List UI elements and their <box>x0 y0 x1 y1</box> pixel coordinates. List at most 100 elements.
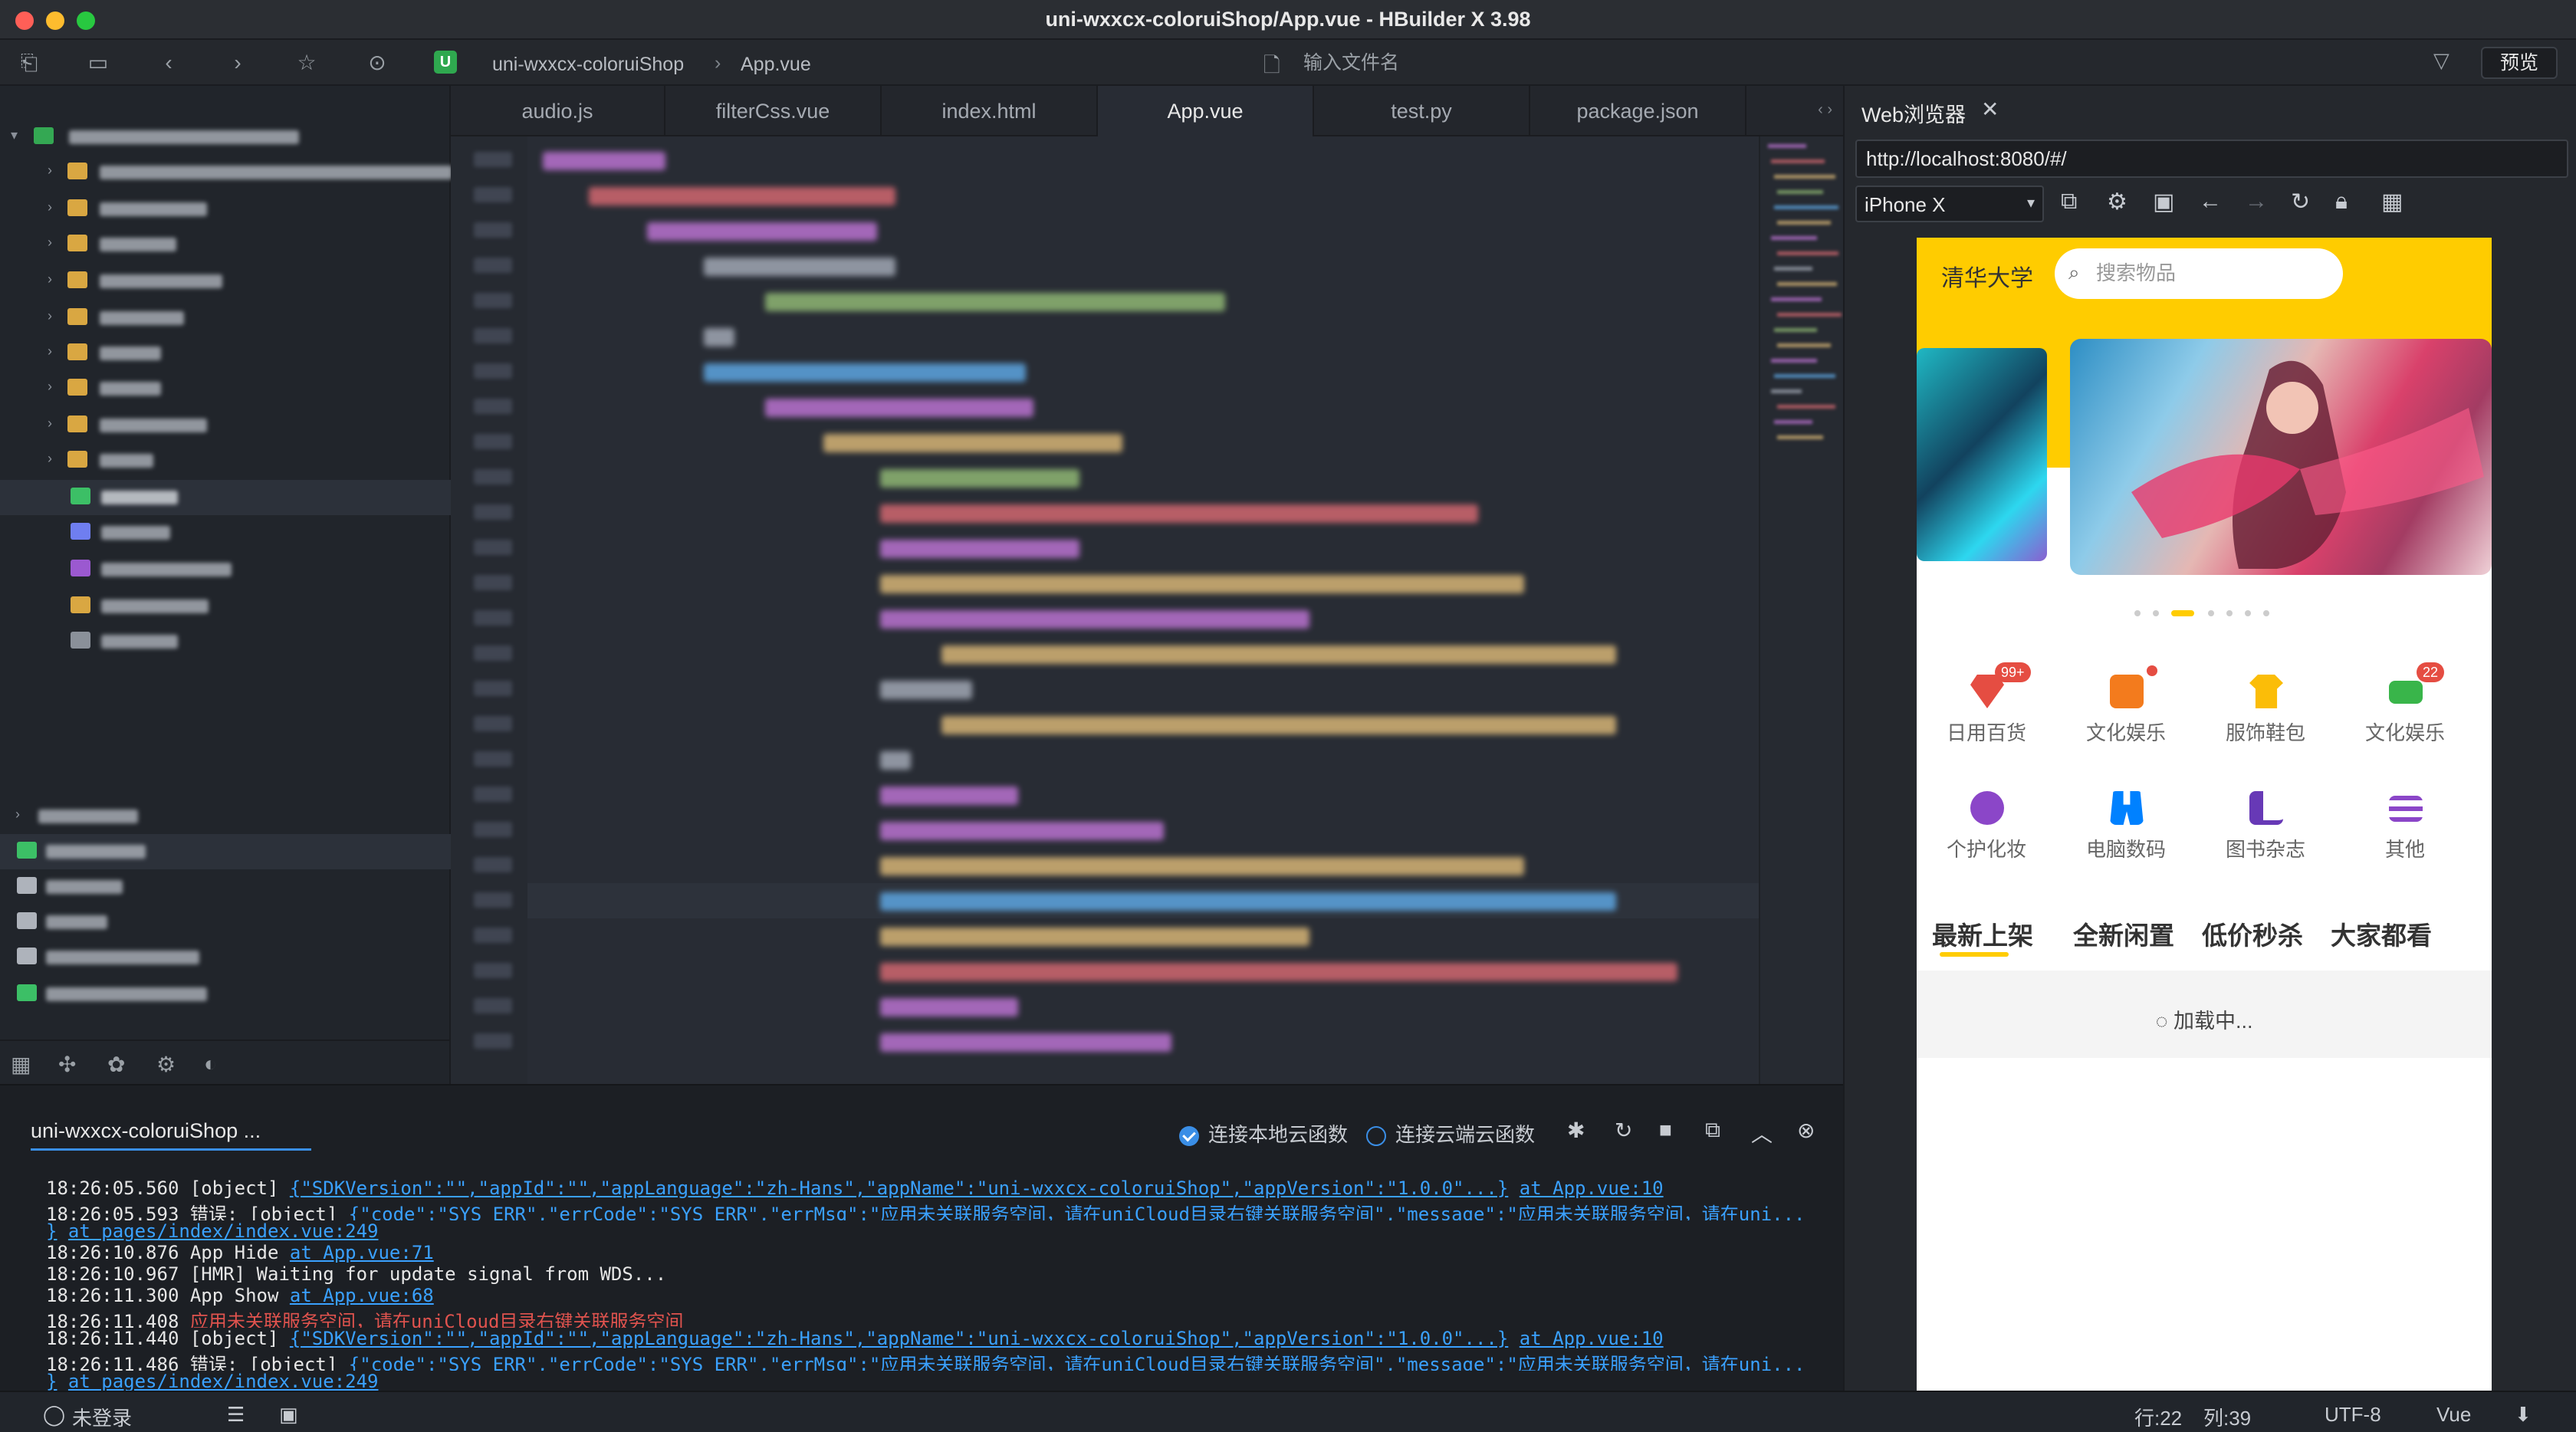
device-select[interactable]: iPhone X ▾ <box>1855 186 2044 222</box>
stop-icon[interactable]: ■ <box>1659 1118 1672 1142</box>
forward-arrow-icon[interactable]: → <box>2245 189 2268 215</box>
category-daily[interactable]: 99+ 日用百货 <box>1917 659 2056 767</box>
tab-unused[interactable]: 全新闲置 <box>2073 915 2174 952</box>
log-source-link[interactable]: at App.vue:10 <box>1520 1328 1664 1349</box>
tree-item[interactable] <box>0 552 451 587</box>
browser-close-icon[interactable]: ✕ <box>1981 97 1999 122</box>
console-tab[interactable]: uni-wxxcx-coloruiShop ... <box>31 1119 261 1143</box>
local-cloud-toggle[interactable]: 连接本地云函数 <box>1179 1119 1348 1148</box>
tree-item[interactable] <box>0 515 451 550</box>
tree-item[interactable]: › <box>0 301 451 336</box>
tree-item[interactable] <box>0 624 451 659</box>
debug-bug-icon[interactable]: ✱ <box>1567 1118 1585 1143</box>
tree-item[interactable] <box>0 940 451 975</box>
phone-search-box[interactable]: ⌕ <box>2055 248 2343 299</box>
phone-search-input[interactable] <box>2096 259 2326 287</box>
extension-icon[interactable]: ✿ <box>107 1052 125 1077</box>
tab-audio-js[interactable]: audio.js <box>451 86 665 136</box>
file-search-box[interactable]: 🗋 <box>1257 48 1687 78</box>
settings-icon[interactable]: ⚙ <box>156 1052 176 1077</box>
plugin-icon[interactable]: ✣ <box>58 1052 76 1077</box>
minimap[interactable] <box>1759 136 1843 1084</box>
log-source-link[interactable]: at App.vue:68 <box>290 1285 434 1306</box>
save-icon[interactable]: ▭ <box>86 51 110 75</box>
breadcrumb-project[interactable]: uni-wxxcx-coloruiShop <box>492 54 684 76</box>
category-other[interactable]: 其他 <box>2335 776 2475 883</box>
forward-icon[interactable]: › <box>225 51 250 75</box>
category-digital[interactable]: 电脑数码 <box>2056 776 2196 883</box>
tab-filtercss-vue[interactable]: filterCss.vue <box>665 86 882 136</box>
devtools-gear-icon[interactable]: ⚙ <box>2107 189 2128 215</box>
language-mode[interactable]: Vue <box>2436 1403 2471 1427</box>
indicator-dot[interactable] <box>2153 610 2159 616</box>
indicator-dot[interactable] <box>2208 610 2214 616</box>
tab-package-json[interactable]: package.json <box>1530 86 1746 136</box>
tree-item[interactable] <box>0 905 451 940</box>
tab-newest[interactable]: 最新上架 <box>1932 915 2033 952</box>
category-cosmetics[interactable]: 个护化妆 <box>1917 776 2056 883</box>
category-clothing[interactable]: 服饰鞋包 <box>2196 659 2335 767</box>
indicator-dot[interactable] <box>2134 610 2141 616</box>
filter-icon[interactable]: ▽ <box>2433 49 2450 73</box>
file-search-input[interactable] <box>1303 49 1671 77</box>
run-icon[interactable]: ⊙ <box>365 51 389 75</box>
cursor-line[interactable]: 行:22 <box>2134 1403 2182 1431</box>
code-editor[interactable] <box>451 136 1843 1084</box>
open-new-window-icon[interactable]: ⧉ <box>2061 189 2077 215</box>
category-books[interactable]: 图书杂志 <box>2196 776 2335 883</box>
tab-popular[interactable]: 大家都看 <box>2331 915 2432 952</box>
back-arrow-icon[interactable]: ← <box>2199 189 2222 215</box>
back-icon[interactable]: ‹ <box>156 51 181 75</box>
hbuilder-icon[interactable]: ▦ <box>11 1052 31 1077</box>
download-icon[interactable]: ⬇ <box>2515 1403 2532 1427</box>
indicator-dot-active[interactable] <box>2171 610 2194 616</box>
tree-item[interactable]: › <box>0 408 451 443</box>
qr-code-icon[interactable]: ▦ <box>2381 189 2403 215</box>
tree-item[interactable]: › <box>0 155 452 190</box>
tree-item[interactable]: › <box>0 192 451 227</box>
theme-icon[interactable]: ◐ <box>204 1052 217 1076</box>
indicator-dot[interactable] <box>2245 610 2251 616</box>
tree-item[interactable] <box>0 869 451 905</box>
indicator-dot[interactable] <box>2226 610 2233 616</box>
tree-item[interactable]: › <box>0 227 451 262</box>
url-bar[interactable]: http://localhost:8080/#/ <box>1855 140 2568 178</box>
collapse-up-icon[interactable]: ︿ <box>1751 1118 1773 1148</box>
breadcrumb-file[interactable]: App.vue <box>741 54 811 76</box>
browser-title[interactable]: Web浏览器 <box>1861 98 1966 128</box>
tree-item[interactable]: › <box>0 799 451 834</box>
log-link[interactable]: {"code":"SYS_ERR","errCode":"SYS_ERR","e… <box>349 1354 1806 1371</box>
tree-item[interactable]: › <box>0 443 451 478</box>
banner-slide-prev[interactable] <box>1917 348 2047 561</box>
tab-app-vue[interactable]: App.vue <box>1098 86 1314 136</box>
tab-scroll-arrows-icon[interactable]: ‹ › <box>1818 101 1832 119</box>
remote-cloud-toggle[interactable]: 连接云端云函数 <box>1366 1119 1535 1148</box>
user-icon[interactable]: ◯ <box>43 1403 65 1427</box>
tree-item[interactable] <box>0 834 451 869</box>
log-link[interactable]: {"SDKVersion":"","appId":"","appLanguage… <box>290 1328 1508 1349</box>
terminal-icon[interactable]: ▣ <box>279 1403 298 1427</box>
tab-flash-sale[interactable]: 低价秒杀 <box>2202 915 2303 952</box>
log-source-link[interactable]: at pages/index/index.vue:249 <box>68 1220 379 1242</box>
list-icon[interactable]: ☰ <box>227 1403 245 1427</box>
console-icon[interactable]: ▣ <box>2153 189 2174 215</box>
cursor-column[interactable]: 列:39 <box>2203 1403 2251 1431</box>
tab-index-html[interactable]: index.html <box>882 86 1098 136</box>
tree-item[interactable] <box>0 977 451 1012</box>
bookmark-star-icon[interactable]: ☆ <box>294 51 319 75</box>
tree-root[interactable]: ▾ <box>0 120 451 155</box>
lock-icon[interactable]: 🔒︎ <box>2335 189 2348 215</box>
reload-icon[interactable]: ↻ <box>2291 189 2310 215</box>
restart-icon[interactable]: ↻ <box>1615 1118 1632 1143</box>
preview-button[interactable]: 预览 <box>2481 47 2558 79</box>
indicator-dot[interactable] <box>2263 610 2269 616</box>
login-status[interactable]: 未登录 <box>72 1403 132 1431</box>
school-selector[interactable]: 清华大学 <box>1941 259 2033 293</box>
tree-item[interactable]: › <box>0 336 451 371</box>
banner-slide-current[interactable] <box>2070 339 2492 575</box>
category-culture[interactable]: 文化娱乐 <box>2056 659 2196 767</box>
tree-item[interactable] <box>0 589 451 624</box>
tab-test-py[interactable]: test.py <box>1314 86 1530 136</box>
log-source-link[interactable]: at App.vue:10 <box>1520 1177 1664 1199</box>
log-link[interactable]: {"code":"SYS_ERR","errCode":"SYS_ERR","e… <box>349 1204 1806 1220</box>
